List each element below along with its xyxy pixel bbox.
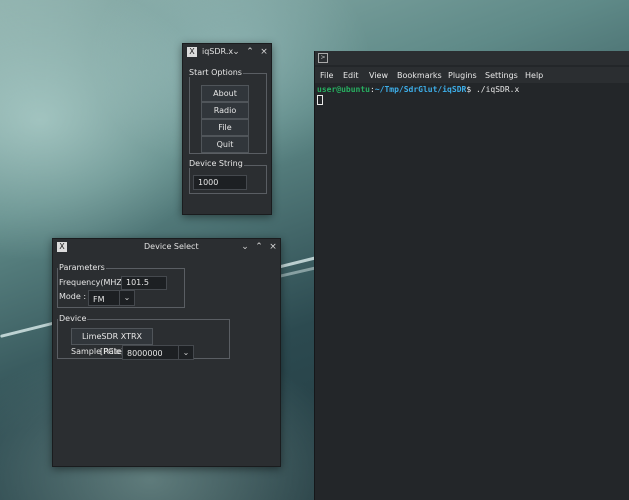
prompt-command: $ ./iqSDR.x [466,85,520,94]
frequency-input[interactable]: 101.5 [121,276,167,290]
prompt-path: ~/Tmp/SdrGlut/iqSDR [374,85,467,94]
sample-rate-value: 8000000 [127,349,163,358]
device-button[interactable]: LimeSDR XTRX [PCIe] [71,328,153,356]
minimize-icon[interactable]: ⌄ [240,242,250,252]
terminal-window[interactable]: > File Edit View Bookmarks Plugins Setti… [314,51,629,500]
frequency-label: Frequency(MHZ) [59,278,125,287]
prompt-user: user@ubuntu [317,85,370,94]
device-label: Device [58,314,88,323]
maximize-icon[interactable]: ⌃ [254,242,264,252]
iqsdr-window: X iqSDR.x ⌄ ⌃ × Start Options About Radi… [182,43,272,215]
sample-rate-label: Sample Rate : [71,347,128,356]
mode-label: Mode : [59,292,87,301]
file-button[interactable]: File [201,119,249,136]
maximize-icon[interactable]: ⌃ [245,47,255,57]
menu-view[interactable]: View [369,71,388,80]
menu-help[interactable]: Help [525,71,543,80]
window-title: Device Select [144,242,199,251]
about-button[interactable]: About [201,85,249,102]
device-string-label: Device String [188,159,244,168]
mode-value: FM [93,295,105,304]
x-logo-icon: X [187,47,197,57]
menu-file[interactable]: File [320,71,333,80]
device-string-input[interactable]: 1000 [193,175,247,190]
terminal-icon: > [318,53,328,63]
mode-select[interactable]: FM ⌄ [88,290,135,306]
parameters-label: Parameters [58,263,106,272]
menu-settings[interactable]: Settings [485,71,518,80]
close-icon[interactable]: × [268,242,278,252]
quit-button[interactable]: Quit [201,136,249,153]
radio-button[interactable]: Radio [201,102,249,119]
menu-bookmarks[interactable]: Bookmarks [397,71,442,80]
menu-plugins[interactable]: Plugins [448,71,477,80]
close-icon[interactable]: × [259,47,269,57]
chevron-down-icon[interactable]: ⌄ [178,346,193,359]
x-logo-icon: X [57,242,67,252]
terminal-prompt: user@ubuntu:~/Tmp/SdrGlut/iqSDR$ ./iqSDR… [317,85,519,94]
start-options-label: Start Options [188,68,243,77]
window-title: iqSDR.x [202,47,234,56]
device-select-titlebar[interactable]: X Device Select ⌄ ⌃ × [53,239,280,255]
minimize-icon[interactable]: ⌄ [231,47,241,57]
iqsdr-titlebar[interactable]: X iqSDR.x ⌄ ⌃ × [183,44,271,60]
terminal-cursor [317,95,323,105]
menu-edit[interactable]: Edit [343,71,359,80]
device-select-window: X Device Select ⌄ ⌃ × Parameters Frequen… [52,238,281,467]
sample-rate-select[interactable]: 8000000 ⌄ [122,345,194,360]
chevron-down-icon[interactable]: ⌄ [119,291,134,305]
terminal-titlebar[interactable]: > [315,51,629,65]
